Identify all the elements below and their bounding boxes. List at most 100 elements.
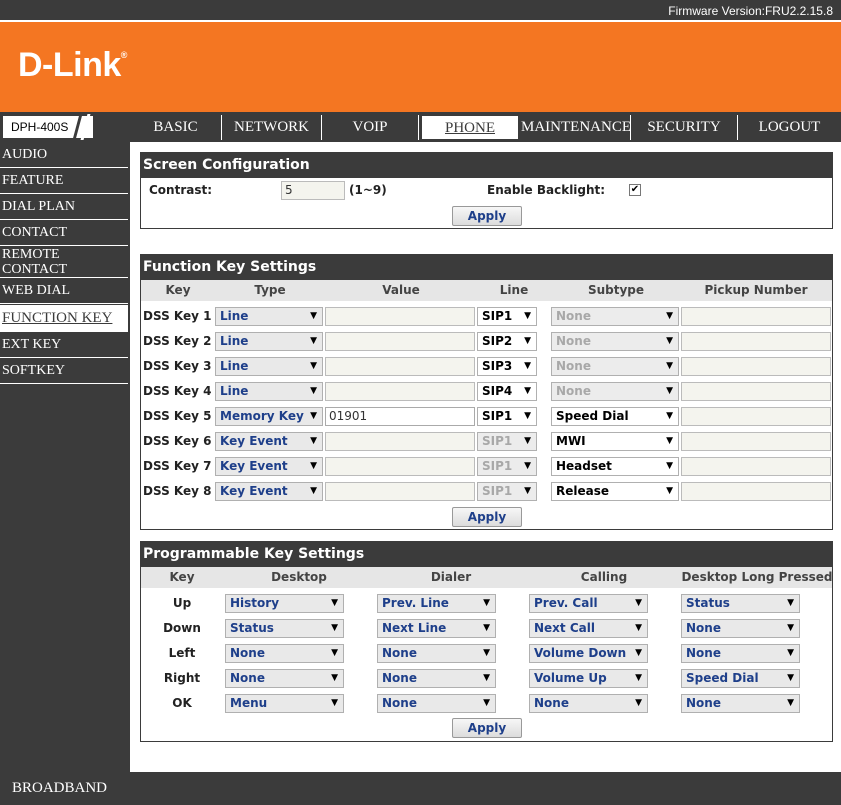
subtype-select[interactable]: Speed Dial ▼ bbox=[551, 407, 679, 426]
main-tabs: BASIC NETWORK VOIP PHONE MAINTENANCE SEC… bbox=[130, 112, 841, 142]
col-subtype: Subtype bbox=[587, 283, 645, 297]
function-key-apply-button[interactable]: Apply bbox=[452, 507, 522, 527]
calling-select[interactable]: Next Call ▼ bbox=[529, 619, 648, 638]
type-select[interactable]: Line ▼ bbox=[215, 382, 323, 401]
subtype-select[interactable]: None ▼ bbox=[551, 332, 679, 351]
subtype-select[interactable]: None ▼ bbox=[551, 307, 679, 326]
sidebar-item-ext-key[interactable]: EXT KEY bbox=[0, 332, 128, 358]
pickup-number-input[interactable] bbox=[681, 332, 831, 351]
subtype-select[interactable]: MWI ▼ bbox=[551, 432, 679, 451]
pickup-number-input[interactable] bbox=[681, 382, 831, 401]
subtype-select[interactable]: None ▼ bbox=[551, 382, 679, 401]
contrast-input[interactable]: 5 bbox=[281, 181, 345, 200]
dialer-select[interactable]: None ▼ bbox=[377, 669, 496, 688]
desktop-long-pressed-select[interactable]: Status ▼ bbox=[681, 594, 800, 613]
desktop-long-pressed-select[interactable]: None ▼ bbox=[681, 694, 800, 713]
pickup-number-input[interactable] bbox=[681, 307, 831, 326]
line-select[interactable]: SIP3 ▼ bbox=[477, 357, 537, 376]
sidebar-item-remote-contact[interactable]: REMOTE CONTACT bbox=[0, 246, 128, 278]
subtype-select[interactable]: Release ▼ bbox=[551, 482, 679, 501]
dialer-select[interactable]: Prev. Line ▼ bbox=[377, 594, 496, 613]
chevron-down-icon: ▼ bbox=[310, 336, 317, 346]
line-select[interactable]: SIP1 ▼ bbox=[477, 482, 537, 501]
pickup-number-input[interactable] bbox=[681, 357, 831, 376]
tab-maintenance[interactable]: MAINTENANCE bbox=[521, 115, 631, 140]
desktop-long-pressed-select[interactable]: None ▼ bbox=[681, 619, 800, 638]
type-select[interactable]: Key Event ▼ bbox=[215, 482, 323, 501]
dialer-select[interactable]: None ▼ bbox=[377, 694, 496, 713]
desktop-select[interactable]: Status ▼ bbox=[225, 619, 344, 638]
type-select[interactable]: Line ▼ bbox=[215, 357, 323, 376]
chevron-down-icon: ▼ bbox=[310, 411, 317, 421]
dialer-select[interactable]: Next Line ▼ bbox=[377, 619, 496, 638]
pickup-number-input[interactable] bbox=[681, 482, 831, 501]
dialer-select[interactable]: None ▼ bbox=[377, 644, 496, 663]
desktop-select[interactable]: History ▼ bbox=[225, 594, 344, 613]
sidebar-item-softkey[interactable]: SOFTKEY bbox=[0, 358, 128, 384]
subtype-select[interactable]: None ▼ bbox=[551, 357, 679, 376]
tab-security[interactable]: SECURITY bbox=[631, 115, 738, 140]
pickup-number-input[interactable] bbox=[681, 407, 831, 426]
chevron-down-icon: ▼ bbox=[483, 698, 490, 708]
chevron-down-icon: ▼ bbox=[666, 411, 673, 421]
dss-key-label: DSS Key 3 bbox=[143, 359, 212, 373]
tab-voip[interactable]: VOIP bbox=[322, 115, 419, 140]
line-select[interactable]: SIP1 ▼ bbox=[477, 407, 537, 426]
sidebar-item-contact[interactable]: CONTACT bbox=[0, 220, 128, 246]
line-select[interactable]: SIP1 ▼ bbox=[477, 457, 537, 476]
chevron-down-icon: ▼ bbox=[787, 598, 794, 608]
tab-logout[interactable]: LOGOUT bbox=[738, 115, 841, 140]
line-select[interactable]: SIP1 ▼ bbox=[477, 307, 537, 326]
prog-key-label: OK bbox=[172, 696, 192, 710]
value-input[interactable] bbox=[325, 332, 475, 351]
desktop-select[interactable]: None ▼ bbox=[225, 669, 344, 688]
chevron-down-icon: ▼ bbox=[310, 311, 317, 321]
desktop-select[interactable]: None ▼ bbox=[225, 644, 344, 663]
value-input[interactable]: 01901 bbox=[325, 407, 475, 426]
tab-network[interactable]: NETWORK bbox=[222, 115, 322, 140]
type-select[interactable]: Memory Key ▼ bbox=[215, 407, 323, 426]
screen-apply-button[interactable]: Apply bbox=[452, 206, 522, 226]
col-desktop: Desktop bbox=[271, 570, 327, 584]
type-select[interactable]: Key Event ▼ bbox=[215, 432, 323, 451]
value-input[interactable] bbox=[325, 357, 475, 376]
chevron-down-icon: ▼ bbox=[635, 673, 642, 683]
line-select[interactable]: SIP4 ▼ bbox=[477, 382, 537, 401]
tab-basic[interactable]: BASIC bbox=[130, 115, 222, 140]
programmable-key-apply-button[interactable]: Apply bbox=[452, 718, 522, 738]
chevron-down-icon: ▼ bbox=[310, 486, 317, 496]
calling-select[interactable]: Volume Down ▼ bbox=[529, 644, 648, 663]
backlight-checkbox[interactable]: ✔ bbox=[629, 184, 641, 196]
desktop-long-pressed-select[interactable]: None ▼ bbox=[681, 644, 800, 663]
type-select[interactable]: Line ▼ bbox=[215, 332, 323, 351]
chevron-down-icon: ▼ bbox=[310, 386, 317, 396]
value-input[interactable] bbox=[325, 382, 475, 401]
line-select[interactable]: SIP1 ▼ bbox=[477, 432, 537, 451]
line-select[interactable]: SIP2 ▼ bbox=[477, 332, 537, 351]
value-input[interactable] bbox=[325, 457, 475, 476]
chevron-down-icon: ▼ bbox=[635, 623, 642, 633]
subtype-select[interactable]: Headset ▼ bbox=[551, 457, 679, 476]
value-input[interactable] bbox=[325, 432, 475, 451]
dss-key-label: DSS Key 5 bbox=[143, 409, 212, 423]
panel-title: Function Key Settings bbox=[141, 255, 832, 280]
type-select[interactable]: Line ▼ bbox=[215, 307, 323, 326]
desktop-long-pressed-select[interactable]: Speed Dial ▼ bbox=[681, 669, 800, 688]
calling-select[interactable]: Prev. Call ▼ bbox=[529, 594, 648, 613]
col-value: Value bbox=[382, 283, 420, 297]
sidebar-item-audio[interactable]: AUDIO bbox=[0, 142, 128, 168]
calling-select[interactable]: None ▼ bbox=[529, 694, 648, 713]
value-input[interactable] bbox=[325, 482, 475, 501]
pickup-number-input[interactable] bbox=[681, 457, 831, 476]
pickup-number-input[interactable] bbox=[681, 432, 831, 451]
desktop-select[interactable]: Menu ▼ bbox=[225, 694, 344, 713]
sidebar-item-function-key[interactable]: FUNCTION KEY bbox=[0, 305, 128, 332]
value-input[interactable] bbox=[325, 307, 475, 326]
tab-phone[interactable]: PHONE bbox=[421, 115, 519, 140]
type-select[interactable]: Key Event ▼ bbox=[215, 457, 323, 476]
dss-key-label: DSS Key 1 bbox=[143, 309, 212, 323]
calling-select[interactable]: Volume Up ▼ bbox=[529, 669, 648, 688]
sidebar-item-feature[interactable]: FEATURE bbox=[0, 168, 128, 194]
sidebar-item-dial-plan[interactable]: DIAL PLAN bbox=[0, 194, 128, 220]
sidebar-item-web-dial[interactable]: WEB DIAL bbox=[0, 278, 128, 304]
